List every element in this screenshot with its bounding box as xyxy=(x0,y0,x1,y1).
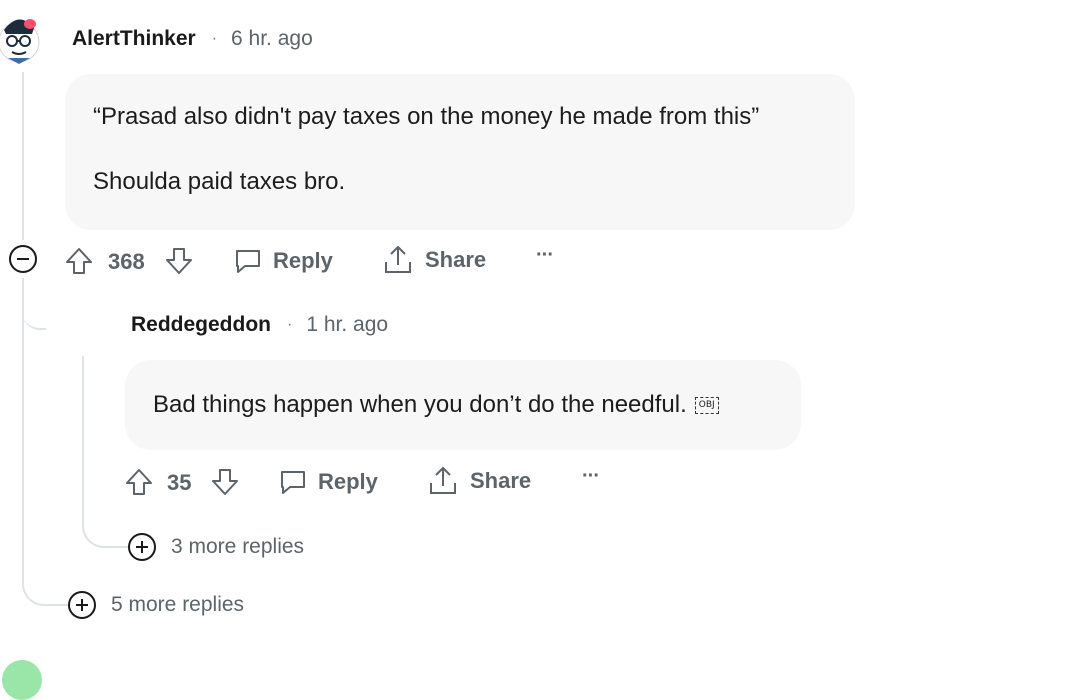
more-options-button[interactable]: ··· xyxy=(582,465,600,488)
downvote-button[interactable] xyxy=(210,467,240,497)
thread-line-nested xyxy=(82,356,84,516)
timestamp[interactable]: 1 hr. ago xyxy=(306,313,388,337)
downvote-icon xyxy=(212,469,238,495)
comment-icon xyxy=(281,471,305,494)
more-replies-link[interactable]: 5 more replies xyxy=(67,590,244,620)
username[interactable]: Reddegeddon xyxy=(131,313,271,337)
downvote-button[interactable] xyxy=(164,246,194,276)
separator-dot: · xyxy=(287,316,293,333)
thread-curve-3-more xyxy=(82,500,128,548)
more-options-icon: ··· xyxy=(582,465,600,487)
upvote-button[interactable] xyxy=(124,467,154,497)
collapse-button[interactable] xyxy=(8,244,38,279)
share-label: Share xyxy=(425,247,487,272)
thread-line-main-lower xyxy=(22,278,24,578)
reply-body: Bad things happen when you don’t do the … xyxy=(125,360,801,450)
thread-curve-reply xyxy=(22,278,46,330)
vote-count: 35 xyxy=(167,470,192,495)
avatar[interactable] xyxy=(0,8,48,66)
next-comment-avatar[interactable] xyxy=(2,660,42,700)
reply-button[interactable]: Reply xyxy=(278,467,378,497)
reply-text: Bad things happen when you don’t do the … xyxy=(153,391,687,418)
more-options-icon: ··· xyxy=(536,244,554,266)
more-replies-link[interactable]: 3 more replies xyxy=(127,532,304,562)
obj-glyph-text: OBJ xyxy=(698,400,715,411)
more-replies-label: 3 more replies xyxy=(171,535,305,558)
upvote-icon xyxy=(66,248,92,274)
share-button[interactable]: Share xyxy=(383,244,486,276)
obj-replacement-glyph: OBJ xyxy=(694,397,719,414)
reply-button[interactable]: Reply xyxy=(233,246,333,276)
collapse-icon xyxy=(9,245,37,273)
more-replies-label: 5 more replies xyxy=(111,593,245,616)
comment-header: AlertThinker · 6 hr. ago xyxy=(72,27,313,51)
avatar-icon xyxy=(0,19,40,64)
comment-icon xyxy=(236,250,260,273)
expand-icon xyxy=(68,591,96,619)
reply-header: Reddegeddon · 1 hr. ago xyxy=(131,313,388,337)
share-button[interactable]: Share xyxy=(428,465,531,497)
share-label: Share xyxy=(470,468,532,493)
share-icon xyxy=(430,467,456,494)
comment-paragraph: Shoulda paid taxes bro. xyxy=(93,167,346,195)
more-options-button[interactable]: ··· xyxy=(536,244,554,267)
separator-dot: · xyxy=(211,30,218,47)
reply-label: Reply xyxy=(273,248,333,273)
comment-paragraph: “Prasad also didn't pay taxes on the mon… xyxy=(93,103,760,130)
username[interactable]: AlertThinker xyxy=(72,27,196,51)
share-icon xyxy=(385,246,411,273)
vote-count: 368 xyxy=(108,249,145,274)
thread-line-main xyxy=(22,72,24,240)
expand-icon xyxy=(128,533,156,561)
upvote-button[interactable] xyxy=(64,246,94,276)
timestamp[interactable]: 6 hr. ago xyxy=(231,27,313,51)
downvote-icon xyxy=(166,248,192,274)
upvote-icon xyxy=(126,469,152,495)
reply-label: Reply xyxy=(318,469,378,494)
comment-body: “Prasad also didn't pay taxes on the mon… xyxy=(65,74,855,230)
thread-curve-5-more xyxy=(22,560,68,606)
